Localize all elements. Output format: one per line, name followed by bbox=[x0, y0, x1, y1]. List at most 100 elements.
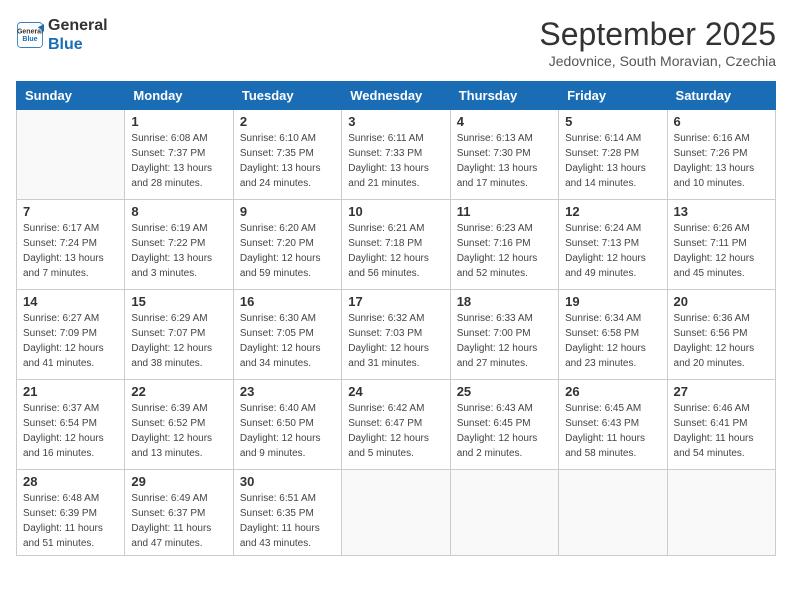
calendar-cell: 13 Sunrise: 6:26 AM Sunset: 7:11 PM Dayli… bbox=[667, 200, 775, 290]
day-number: 23 bbox=[240, 384, 335, 399]
day-info: Sunrise: 6:51 AM Sunset: 6:35 PM Dayligh… bbox=[240, 491, 335, 551]
day-info: Sunrise: 6:11 AM Sunset: 7:33 PM Dayligh… bbox=[348, 131, 443, 191]
day-number: 10 bbox=[348, 204, 443, 219]
day-info: Sunrise: 6:14 AM Sunset: 7:28 PM Dayligh… bbox=[565, 131, 660, 191]
day-number: 28 bbox=[23, 474, 118, 489]
day-info: Sunrise: 6:13 AM Sunset: 7:30 PM Dayligh… bbox=[457, 131, 552, 191]
calendar-header-row: SundayMondayTuesdayWednesdayThursdayFrid… bbox=[17, 82, 776, 110]
calendar-cell: 12Sunrise: 6:24 AM Sunset: 7:13 PM Dayli… bbox=[559, 200, 667, 290]
day-number: 15 bbox=[131, 294, 226, 309]
day-number: 24 bbox=[348, 384, 443, 399]
calendar-cell: 10 Sunrise: 6:21 AM Sunset: 7:18 PM Dayli… bbox=[342, 200, 450, 290]
day-info: Sunrise: 6:49 AM Sunset: 6:37 PM Dayligh… bbox=[131, 491, 226, 551]
day-info: Sunrise: 6:26 AM Sunset: 7:11 PM Dayligh… bbox=[674, 221, 769, 281]
day-info: Sunrise: 6:37 AM Sunset: 6:54 PM Dayligh… bbox=[23, 401, 118, 461]
logo-blue: Blue bbox=[48, 35, 108, 54]
calendar-cell: 11Sunrise: 6:23 AM Sunset: 7:16 PM Dayli… bbox=[450, 200, 558, 290]
day-info: Sunrise: 6:17 AM Sunset: 7:24 PM Dayligh… bbox=[23, 221, 118, 281]
day-info: Sunrise: 6:16 AM Sunset: 7:26 PM Dayligh… bbox=[674, 131, 769, 191]
day-info: Sunrise: 6:34 AM Sunset: 6:58 PM Dayligh… bbox=[565, 311, 660, 371]
day-number: 13 bbox=[674, 204, 769, 219]
calendar-cell: 23 Sunrise: 6:40 AM Sunset: 6:50 PM Dayli… bbox=[233, 380, 341, 470]
day-number: 22 bbox=[131, 384, 226, 399]
title-section: September 2025 Jedovnice, South Moravian… bbox=[539, 16, 776, 69]
day-info: Sunrise: 6:42 AM Sunset: 6:47 PM Dayligh… bbox=[348, 401, 443, 461]
day-number: 26 bbox=[565, 384, 660, 399]
day-info: Sunrise: 6:08 AM Sunset: 7:37 PM Dayligh… bbox=[131, 131, 226, 191]
day-info: Sunrise: 6:21 AM Sunset: 7:18 PM Dayligh… bbox=[348, 221, 443, 281]
week-row-3: 14Sunrise: 6:27 AM Sunset: 7:09 PM Dayli… bbox=[17, 290, 776, 380]
day-number: 4 bbox=[457, 114, 552, 129]
day-info: Sunrise: 6:46 AM Sunset: 6:41 PM Dayligh… bbox=[674, 401, 769, 461]
week-row-5: 28 Sunrise: 6:48 AM Sunset: 6:39 PM Dayli… bbox=[17, 470, 776, 556]
day-number: 3 bbox=[348, 114, 443, 129]
day-number: 27 bbox=[674, 384, 769, 399]
calendar-cell: 25 Sunrise: 6:43 AM Sunset: 6:45 PM Dayli… bbox=[450, 380, 558, 470]
day-number: 9 bbox=[240, 204, 335, 219]
column-header-tuesday: Tuesday bbox=[233, 82, 341, 110]
calendar-cell: 3 Sunrise: 6:11 AM Sunset: 7:33 PM Daylig… bbox=[342, 110, 450, 200]
calendar-cell: 30Sunrise: 6:51 AM Sunset: 6:35 PM Dayli… bbox=[233, 470, 341, 556]
calendar-cell: 7 Sunrise: 6:17 AM Sunset: 7:24 PM Daylig… bbox=[17, 200, 125, 290]
day-info: Sunrise: 6:20 AM Sunset: 7:20 PM Dayligh… bbox=[240, 221, 335, 281]
day-number: 19 bbox=[565, 294, 660, 309]
day-info: Sunrise: 6:40 AM Sunset: 6:50 PM Dayligh… bbox=[240, 401, 335, 461]
day-number: 25 bbox=[457, 384, 552, 399]
day-number: 12 bbox=[565, 204, 660, 219]
page-header: General Blue General Blue September 2025… bbox=[16, 16, 776, 69]
day-info: Sunrise: 6:45 AM Sunset: 6:43 PM Dayligh… bbox=[565, 401, 660, 461]
month-title: September 2025 bbox=[539, 16, 776, 53]
calendar-cell: 19 Sunrise: 6:34 AM Sunset: 6:58 PM Dayli… bbox=[559, 290, 667, 380]
calendar-cell: 14Sunrise: 6:27 AM Sunset: 7:09 PM Dayli… bbox=[17, 290, 125, 380]
week-row-2: 7 Sunrise: 6:17 AM Sunset: 7:24 PM Daylig… bbox=[17, 200, 776, 290]
day-number: 7 bbox=[23, 204, 118, 219]
calendar-cell bbox=[450, 470, 558, 556]
calendar-cell: 15 Sunrise: 6:29 AM Sunset: 7:07 PM Dayli… bbox=[125, 290, 233, 380]
calendar-cell: 20 Sunrise: 6:36 AM Sunset: 6:56 PM Dayli… bbox=[667, 290, 775, 380]
calendar-cell: 29 Sunrise: 6:49 AM Sunset: 6:37 PM Dayli… bbox=[125, 470, 233, 556]
day-number: 20 bbox=[674, 294, 769, 309]
day-number: 16 bbox=[240, 294, 335, 309]
calendar-cell: 1 Sunrise: 6:08 AM Sunset: 7:37 PM Daylig… bbox=[125, 110, 233, 200]
calendar-cell: 9 Sunrise: 6:20 AM Sunset: 7:20 PM Daylig… bbox=[233, 200, 341, 290]
calendar-cell bbox=[667, 470, 775, 556]
day-number: 11 bbox=[457, 204, 552, 219]
day-number: 1 bbox=[131, 114, 226, 129]
day-info: Sunrise: 6:48 AM Sunset: 6:39 PM Dayligh… bbox=[23, 491, 118, 551]
day-number: 17 bbox=[348, 294, 443, 309]
day-number: 2 bbox=[240, 114, 335, 129]
calendar-cell: 17 Sunrise: 6:32 AM Sunset: 7:03 PM Dayli… bbox=[342, 290, 450, 380]
day-info: Sunrise: 6:33 AM Sunset: 7:00 PM Dayligh… bbox=[457, 311, 552, 371]
column-header-thursday: Thursday bbox=[450, 82, 558, 110]
calendar-table: SundayMondayTuesdayWednesdayThursdayFrid… bbox=[16, 81, 776, 556]
day-info: Sunrise: 6:36 AM Sunset: 6:56 PM Dayligh… bbox=[674, 311, 769, 371]
day-number: 5 bbox=[565, 114, 660, 129]
calendar-cell: 8Sunrise: 6:19 AM Sunset: 7:22 PM Daylig… bbox=[125, 200, 233, 290]
day-number: 6 bbox=[674, 114, 769, 129]
day-info: Sunrise: 6:10 AM Sunset: 7:35 PM Dayligh… bbox=[240, 131, 335, 191]
calendar-cell: 5 Sunrise: 6:14 AM Sunset: 7:28 PM Daylig… bbox=[559, 110, 667, 200]
day-number: 29 bbox=[131, 474, 226, 489]
day-info: Sunrise: 6:27 AM Sunset: 7:09 PM Dayligh… bbox=[23, 311, 118, 371]
calendar-cell: 26 Sunrise: 6:45 AM Sunset: 6:43 PM Dayli… bbox=[559, 380, 667, 470]
day-info: Sunrise: 6:19 AM Sunset: 7:22 PM Dayligh… bbox=[131, 221, 226, 281]
logo: General Blue General Blue bbox=[16, 16, 108, 54]
column-header-sunday: Sunday bbox=[17, 82, 125, 110]
day-info: Sunrise: 6:32 AM Sunset: 7:03 PM Dayligh… bbox=[348, 311, 443, 371]
calendar-cell bbox=[342, 470, 450, 556]
logo-general: General bbox=[48, 16, 108, 35]
calendar-cell: 2 Sunrise: 6:10 AM Sunset: 7:35 PM Daylig… bbox=[233, 110, 341, 200]
calendar-cell bbox=[17, 110, 125, 200]
column-header-friday: Friday bbox=[559, 82, 667, 110]
column-header-monday: Monday bbox=[125, 82, 233, 110]
day-info: Sunrise: 6:29 AM Sunset: 7:07 PM Dayligh… bbox=[131, 311, 226, 371]
week-row-1: 1 Sunrise: 6:08 AM Sunset: 7:37 PM Daylig… bbox=[17, 110, 776, 200]
day-info: Sunrise: 6:39 AM Sunset: 6:52 PM Dayligh… bbox=[131, 401, 226, 461]
day-info: Sunrise: 6:43 AM Sunset: 6:45 PM Dayligh… bbox=[457, 401, 552, 461]
calendar-cell: 24 Sunrise: 6:42 AM Sunset: 6:47 PM Dayli… bbox=[342, 380, 450, 470]
column-header-wednesday: Wednesday bbox=[342, 82, 450, 110]
calendar-cell: 28 Sunrise: 6:48 AM Sunset: 6:39 PM Dayli… bbox=[17, 470, 125, 556]
calendar-cell bbox=[559, 470, 667, 556]
day-number: 18 bbox=[457, 294, 552, 309]
svg-text:Blue: Blue bbox=[22, 36, 37, 43]
